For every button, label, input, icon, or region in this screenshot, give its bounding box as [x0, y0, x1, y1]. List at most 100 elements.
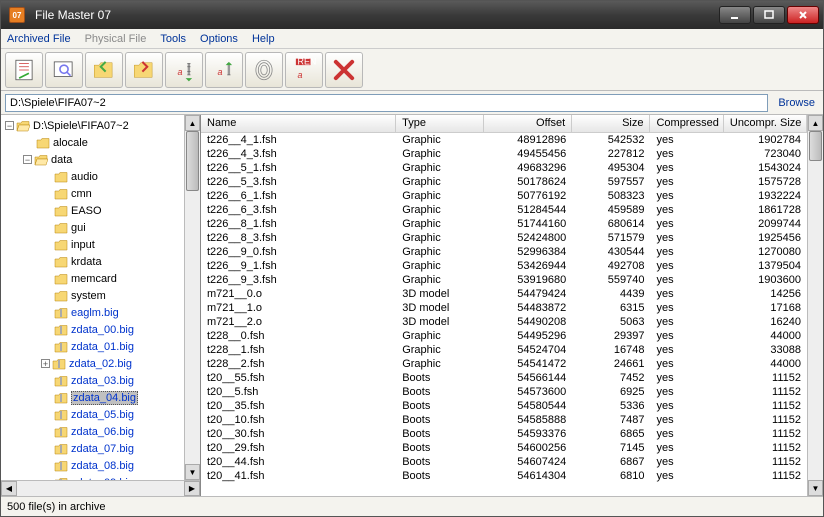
cell: t226__4_1.fsh [201, 134, 396, 146]
cell: yes [650, 470, 723, 482]
search-icon[interactable] [45, 52, 83, 88]
scroll-down-icon[interactable]: ▼ [185, 464, 200, 480]
extract-icon[interactable] [5, 52, 43, 88]
list-row[interactable]: t226__9_3.fshGraphic53919680559740yes190… [201, 273, 807, 287]
export-folder-icon[interactable] [125, 52, 163, 88]
tree-node[interactable]: zdata_05.big [1, 406, 184, 423]
path-input[interactable] [5, 94, 768, 112]
list-row[interactable]: t20__44.fshBoots546074246867yes11152 [201, 455, 807, 469]
column-header[interactable]: Offset [484, 115, 572, 132]
tree-vscroll[interactable]: ▲ ▼ [184, 115, 200, 480]
collapse-icon[interactable]: − [5, 121, 14, 130]
tree-node[interactable]: cmn [1, 185, 184, 202]
tree-label: zdata_09.big [71, 477, 134, 481]
tree-node[interactable]: audio [1, 168, 184, 185]
tree-node[interactable]: alocale [1, 134, 184, 151]
close-button[interactable] [787, 6, 819, 24]
tree-node[interactable]: zdata_00.big [1, 321, 184, 338]
tree-node[interactable]: −data [1, 151, 184, 168]
minimize-button[interactable] [719, 6, 751, 24]
column-header[interactable]: Uncompr. Size [724, 115, 807, 132]
tree-label: input [71, 239, 95, 251]
svg-text:REN: REN [298, 57, 317, 66]
rename-icon[interactable]: RENa [285, 52, 323, 88]
menu-options[interactable]: Options [200, 33, 238, 45]
decompress-text-icon[interactable]: a [205, 52, 243, 88]
tree-node[interactable]: krdata [1, 253, 184, 270]
list-row[interactable]: t20__35.fshBoots545805445336yes11152 [201, 399, 807, 413]
scroll-right-icon[interactable]: ▶ [184, 481, 200, 496]
menu-physical-file[interactable]: Physical File [85, 33, 147, 45]
scroll-up-icon[interactable]: ▲ [185, 115, 200, 131]
list-row[interactable]: m721__0.o3D model544794244439yes14256 [201, 287, 807, 301]
column-header[interactable]: Size [572, 115, 650, 132]
list-vscroll[interactable]: ▲ ▼ [807, 115, 823, 496]
list-row[interactable]: t228__1.fshGraphic5452470416748yes33088 [201, 343, 807, 357]
column-header[interactable]: Type [396, 115, 484, 132]
tree-node[interactable]: EASO [1, 202, 184, 219]
cell: 571579 [572, 232, 650, 244]
cell: 54593376 [484, 428, 572, 440]
list-row[interactable]: t228__2.fshGraphic5454147224661yes44000 [201, 357, 807, 371]
cell: yes [650, 414, 723, 426]
list-row[interactable]: t20__30.fshBoots545933766865yes11152 [201, 427, 807, 441]
tree-node[interactable]: zdata_01.big [1, 338, 184, 355]
tree-node[interactable]: zdata_04.big [1, 389, 184, 406]
list-row[interactable]: t226__4_1.fshGraphic48912896542532yes190… [201, 133, 807, 147]
import-folder-icon[interactable] [85, 52, 123, 88]
list-row[interactable]: t226__8_3.fshGraphic52424800571579yes192… [201, 231, 807, 245]
list-row[interactable]: t226__9_0.fshGraphic52996384430544yes127… [201, 245, 807, 259]
column-header[interactable]: Compressed [650, 115, 723, 132]
zip-icon [54, 426, 68, 438]
list-row[interactable]: t226__6_1.fshGraphic50776192508323yes193… [201, 189, 807, 203]
cell: 5336 [572, 400, 650, 412]
list-row[interactable]: t226__5_3.fshGraphic50178624597557yes157… [201, 175, 807, 189]
list-row[interactable]: t20__5.fshBoots545736006925yes11152 [201, 385, 807, 399]
tree-node[interactable]: gui [1, 219, 184, 236]
list-row[interactable]: t20__41.fshBoots546143046810yes11152 [201, 469, 807, 483]
tree-node[interactable]: memcard [1, 270, 184, 287]
list-row[interactable]: m721__1.o3D model544838726315yes17168 [201, 301, 807, 315]
menu-archived-file[interactable]: Archived File [7, 33, 71, 45]
collapse-icon[interactable]: − [23, 155, 32, 164]
folder-icon [54, 222, 68, 234]
tree-node[interactable]: −D:\Spiele\FIFA07~2 [1, 117, 184, 134]
list-row[interactable]: m721__2.o3D model544902085063yes16240 [201, 315, 807, 329]
tree-node[interactable]: zdata_06.big [1, 423, 184, 440]
list-row[interactable]: t20__29.fshBoots546002567145yes11152 [201, 441, 807, 455]
list-row[interactable]: t20__55.fshBoots545661447452yes11152 [201, 371, 807, 385]
tree-hscroll[interactable]: ◀ ▶ [1, 480, 200, 496]
scroll-left-icon[interactable]: ◀ [1, 481, 17, 496]
tree-node[interactable]: +zdata_02.big [1, 355, 184, 372]
list-row[interactable]: t226__4_3.fshGraphic49455456227812yes723… [201, 147, 807, 161]
tree-node[interactable]: input [1, 236, 184, 253]
menu-help[interactable]: Help [252, 33, 275, 45]
tree-node[interactable]: zdata_08.big [1, 457, 184, 474]
cell: t226__6_3.fsh [201, 204, 396, 216]
list-row[interactable]: t226__6_3.fshGraphic51284544459589yes186… [201, 203, 807, 217]
cell: Boots [396, 428, 484, 440]
expand-icon[interactable]: + [41, 359, 50, 368]
list-row[interactable]: t228__0.fshGraphic5449529629397yes44000 [201, 329, 807, 343]
tree-node[interactable]: system [1, 287, 184, 304]
column-header[interactable]: Name [201, 115, 396, 132]
browse-button[interactable]: Browse [774, 97, 819, 109]
delete-icon[interactable] [325, 52, 363, 88]
cell: yes [650, 456, 723, 468]
cell: yes [650, 204, 723, 216]
tree-node[interactable]: zdata_09.big [1, 474, 184, 480]
maximize-button[interactable] [753, 6, 785, 24]
menu-tools[interactable]: Tools [160, 33, 186, 45]
list-row[interactable]: t226__5_1.fshGraphic49683296495304yes154… [201, 161, 807, 175]
compress-text-icon[interactable]: a [165, 52, 203, 88]
list-row[interactable]: t20__10.fshBoots545858887487yes11152 [201, 413, 807, 427]
fingerprint-icon[interactable] [245, 52, 283, 88]
scroll-down-icon[interactable]: ▼ [808, 480, 823, 496]
tree-node[interactable]: zdata_07.big [1, 440, 184, 457]
list-row[interactable]: t226__9_1.fshGraphic53426944492708yes137… [201, 259, 807, 273]
tree-node[interactable]: zdata_03.big [1, 372, 184, 389]
scroll-up-icon[interactable]: ▲ [808, 115, 823, 131]
tree-node[interactable]: eaglm.big [1, 304, 184, 321]
list-row[interactable]: t226__8_1.fshGraphic51744160680614yes209… [201, 217, 807, 231]
list-body[interactable]: t226__4_1.fshGraphic48912896542532yes190… [201, 133, 807, 496]
